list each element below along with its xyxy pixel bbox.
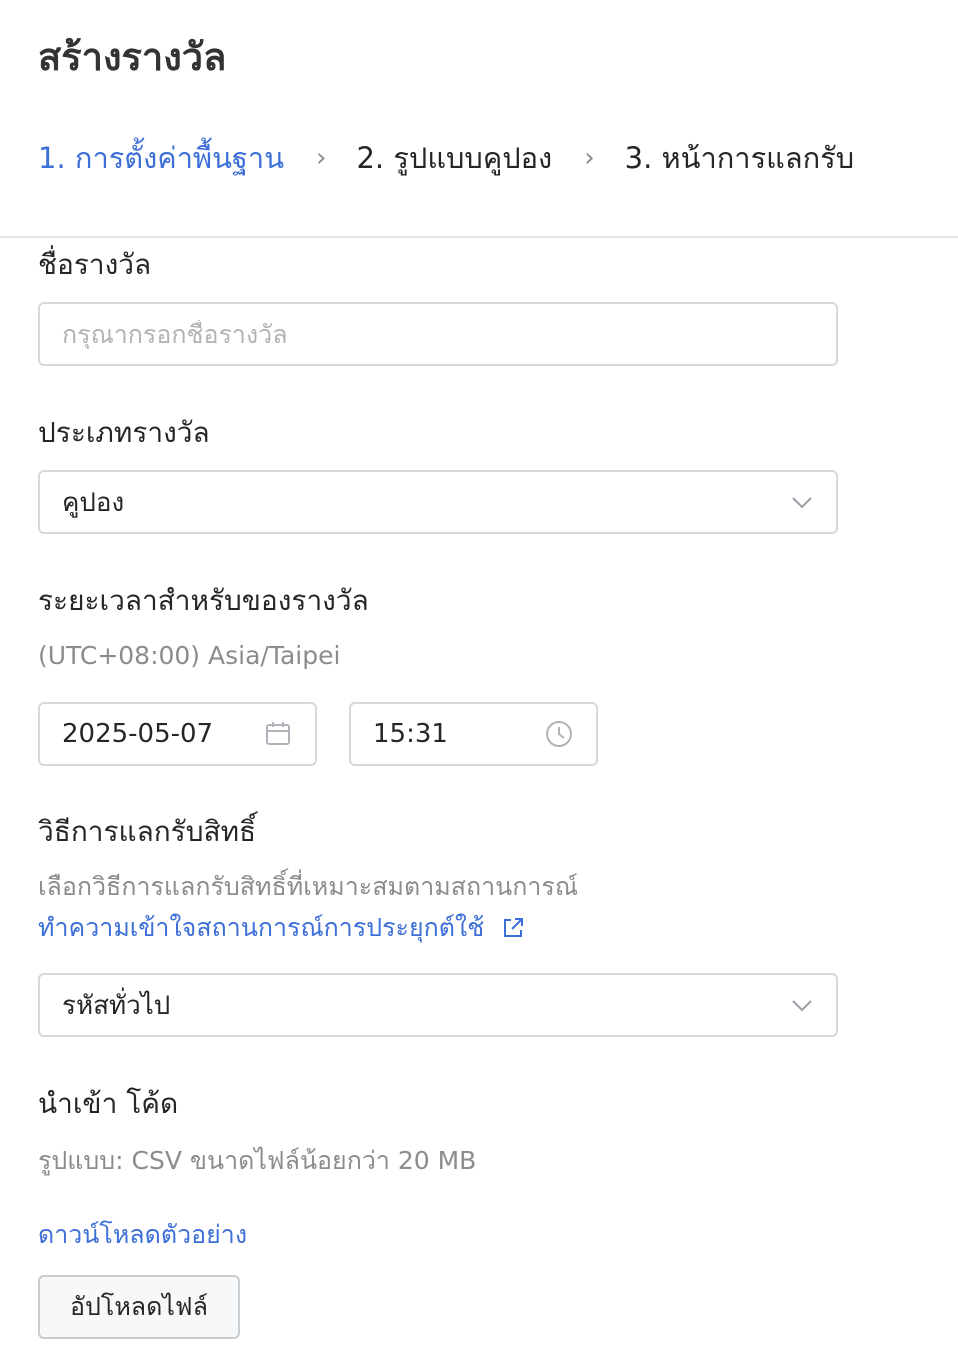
reward-name-field[interactable]: [38, 302, 838, 366]
redemption-label: วิธีการแลกรับสิทธิ์: [38, 815, 257, 848]
step-coupon-format[interactable]: 2. รูปแบบคูปอง: [356, 135, 552, 181]
external-link-icon: [504, 918, 524, 937]
validity-label: ระยะเวลาสำหรับของรางวัล: [38, 584, 369, 617]
date-value: 2025-05-07: [62, 719, 214, 749]
download-sample-link[interactable]: ดาวน์โหลดตัวอย่าง: [38, 1217, 247, 1253]
calendar-icon: [266, 722, 290, 745]
redemption-method-value: รหัสทั่วไป: [62, 990, 171, 1021]
timezone-text: (UTC+08:00) Asia/Taipei: [38, 641, 341, 670]
reward-type-value: คูปอง: [62, 487, 125, 518]
step-basic-settings[interactable]: 1. การตั้งค่าพื้นฐาน: [38, 135, 284, 181]
steps-nav: 1. การตั้งค่าพื้นฐาน › 2. รูปแบบคูปอง › …: [38, 134, 854, 182]
header-divider: [0, 236, 958, 238]
time-value: 15:31: [373, 719, 448, 749]
application-scenarios-link-text: ทำความเข้าใจสถานการณ์การประยุกต์ใช้: [38, 913, 485, 942]
reward-type-label: ประเภทรางวัล: [38, 416, 210, 449]
time-picker[interactable]: 15:31: [349, 702, 598, 766]
reward-type-select[interactable]: คูปอง: [38, 470, 838, 534]
date-picker[interactable]: 2025-05-07: [38, 702, 317, 766]
file-format-hint: รูปแบบ: CSV ขนาดไฟล์น้อยกว่า 20 MB: [38, 1146, 477, 1175]
step-separator-icon: ›: [316, 143, 327, 173]
upload-file-button[interactable]: อัปโหลดไฟล์: [38, 1275, 240, 1339]
redemption-hint: เลือกวิธีการแลกรับสิทธิ์ที่เหมาะสมตามสถา…: [38, 872, 579, 901]
import-codes-label: นำเข้า โค้ด: [38, 1087, 179, 1120]
step-separator-icon: ›: [584, 143, 595, 173]
step-redemption-page[interactable]: 3. หน้าการแลกรับ: [625, 135, 855, 181]
application-scenarios-link[interactable]: ทำความเข้าใจสถานการณ์การประยุกต์ใช้: [38, 910, 526, 946]
chevron-down-icon: [792, 1000, 812, 1012]
chevron-down-icon: [792, 497, 812, 509]
redemption-method-select[interactable]: รหัสทั่วไป: [38, 973, 838, 1037]
create-reward-page: สร้างรางวัล 1. การตั้งค่าพื้นฐาน › 2. รู…: [0, 0, 958, 1354]
reward-name-label: ชื่อรางวัล: [38, 248, 152, 281]
clock-icon: [546, 721, 572, 747]
reward-name-input[interactable]: [62, 319, 814, 349]
page-title: สร้างรางวัล: [38, 35, 227, 79]
